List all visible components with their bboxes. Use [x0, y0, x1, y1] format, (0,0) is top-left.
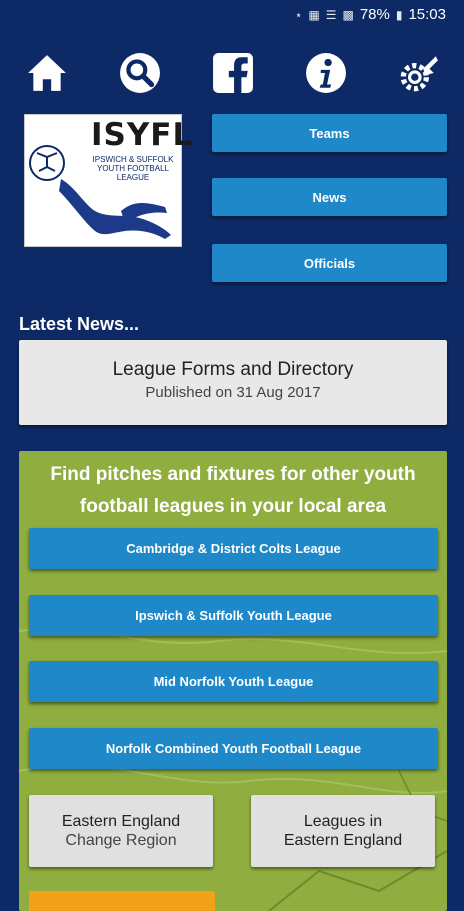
leagues-in-region-button[interactable]: Leagues in Eastern England — [251, 795, 435, 867]
region-action: Change Region — [65, 832, 177, 849]
orange-action-button[interactable] — [29, 891, 215, 911]
teams-button[interactable]: Teams — [212, 114, 447, 152]
facebook-button[interactable] — [210, 50, 256, 96]
league-button-cambridge[interactable]: Cambridge & District Colts League — [29, 528, 438, 569]
facebook-icon — [213, 53, 253, 93]
news-date: Published on 31 Aug 2017 — [145, 384, 321, 401]
logo-subtitle: IPSWICH & SUFFOLK YOUTH FOOTBALL LEAGUE — [92, 155, 174, 182]
info-icon — [306, 53, 346, 93]
leagues-in-line2: Eastern England — [283, 832, 403, 849]
panel-heading: Find pitches and fixtures for other yout… — [50, 464, 416, 517]
home-button[interactable] — [24, 50, 70, 96]
battery-icon: ▮ — [395, 7, 403, 22]
info-button[interactable] — [303, 50, 349, 96]
news-button[interactable]: News — [212, 178, 447, 216]
logo-title: ISYFL — [91, 117, 194, 153]
leagues-in-line1: Leagues in — [303, 813, 383, 830]
officials-button[interactable]: Officials — [212, 244, 447, 282]
search-button[interactable] — [117, 50, 163, 96]
change-region-button[interactable]: Eastern England Change Region — [29, 795, 213, 867]
settings-icon — [400, 56, 438, 92]
top-toolbar — [0, 50, 464, 96]
wifi-icon: ☰ — [325, 7, 337, 22]
league-button-norfolk-combined[interactable]: Norfolk Combined Youth Football League — [29, 728, 438, 769]
settings-button[interactable] — [396, 50, 442, 96]
signal-icon: ▩ — [342, 7, 354, 22]
status-icons: ⋆ ▦ ☰ ▩ 78% ▮ 15:03 — [295, 6, 446, 23]
league-logo: ISYFL IPSWICH & SUFFOLK YOUTH FOOTBALL L… — [24, 114, 192, 247]
search-icon — [120, 53, 160, 93]
league-button-mid-norfolk[interactable]: Mid Norfolk Youth League — [29, 661, 438, 702]
other-leagues-panel: Find pitches and fixtures for other yout… — [19, 451, 447, 911]
clock: 15:03 — [408, 6, 446, 23]
latest-news-heading: Latest News... — [19, 314, 140, 334]
region-title: Eastern England — [61, 813, 181, 830]
news-title: League Forms and Directory — [112, 359, 354, 380]
vibrate-icon: ▦ — [308, 7, 320, 22]
status-bar: ⋆ ▦ ☰ ▩ 78% ▮ 15:03 — [0, 0, 464, 30]
home-icon — [28, 55, 66, 91]
news-card[interactable]: League Forms and Directory Published on … — [19, 340, 447, 425]
bluetooth-icon: ⋆ — [294, 7, 303, 22]
battery-percent: 78% — [359, 6, 390, 23]
league-button-ipswich[interactable]: Ipswich & Suffolk Youth League — [29, 595, 438, 636]
